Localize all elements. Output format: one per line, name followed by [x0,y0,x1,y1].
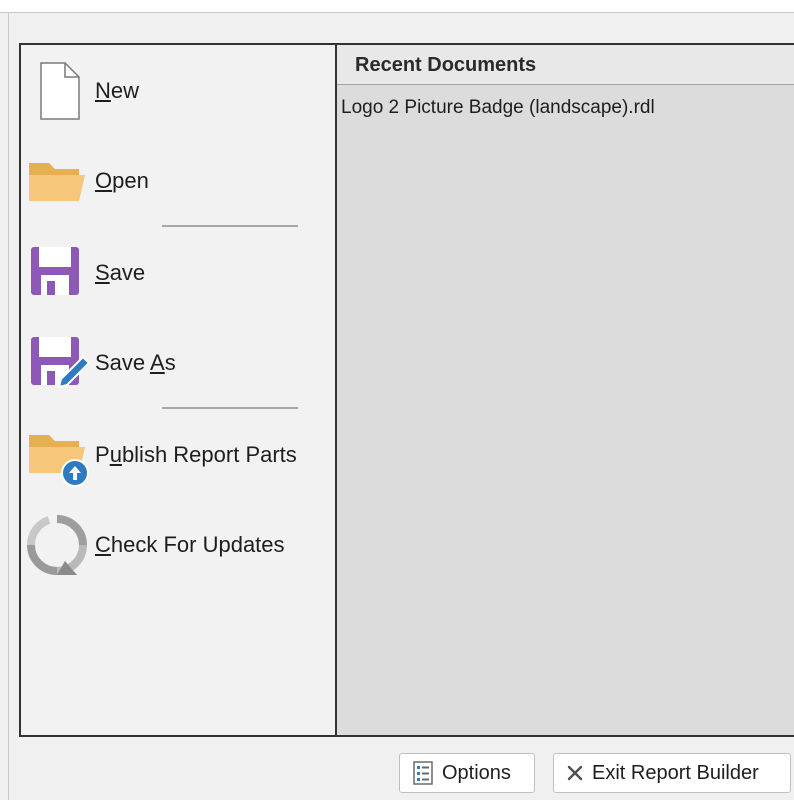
menu-item-save-as[interactable]: Save As [21,331,336,395]
menu-item-new[interactable]: New [21,59,336,123]
options-button[interactable]: Options [399,753,535,793]
menu-item-label: Save As [95,350,176,375]
floppy-disk-pencil-icon [31,337,91,389]
folder-icon [29,163,85,201]
menu-item-label: Publish Report Parts [95,442,297,467]
menu-item-label: Check For Updates [95,532,285,557]
menu-item-label: New [95,78,140,103]
menu-separator [162,225,298,227]
menu-separator [162,407,298,409]
menu-item-label: Open [95,168,149,193]
options-icon [413,761,433,785]
exit-report-builder-button[interactable]: Exit Report Builder [553,753,791,793]
refresh-arrows-icon [26,515,87,575]
floppy-disk-icon [31,247,79,295]
recent-documents-header: Recent Documents [337,45,794,85]
recent-documents-panel: Recent Documents Logo 2 Picture Badge (l… [336,43,794,737]
menu-item-open[interactable]: Open [21,149,336,213]
close-x-icon [567,765,583,781]
menu-item-save[interactable]: Save [21,241,336,305]
menu-item-publish-report-parts[interactable]: Publish Report Parts [21,423,336,487]
exit-label: Exit Report Builder [592,761,759,784]
folder-upload-icon [29,435,89,487]
new-document-icon [40,62,80,120]
menu-item-check-for-updates[interactable]: Check For Updates [21,513,336,577]
menu-item-label: Save [95,260,146,285]
recent-document-item[interactable]: Logo 2 Picture Badge (landscape).rdl [341,97,655,119]
file-menu-panel: New Open Save Save As Publish Report Par… [19,43,336,737]
options-label: Options [442,761,511,784]
